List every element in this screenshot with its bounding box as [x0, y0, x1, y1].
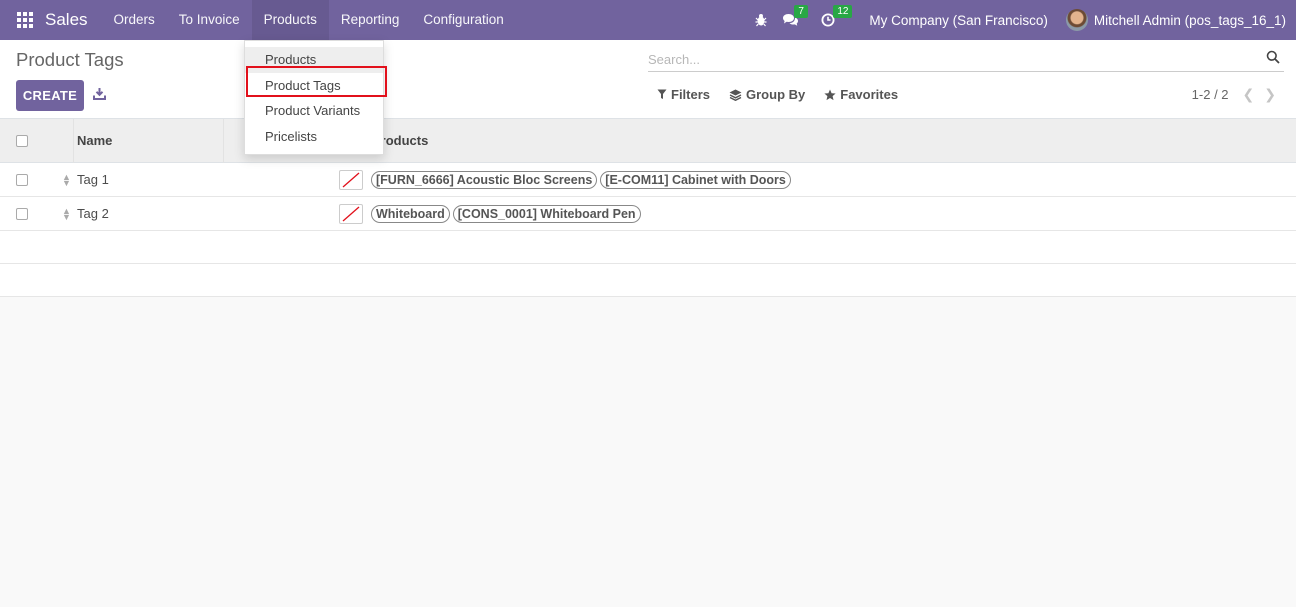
debug-bug-icon[interactable] [754, 13, 768, 27]
nav-item-to-invoice[interactable]: To Invoice [167, 0, 252, 40]
page-title: Product Tags [16, 49, 124, 70]
star-icon [824, 89, 836, 100]
pager-previous-icon[interactable]: ❮ [1243, 86, 1255, 103]
nav-item-orders[interactable]: Orders [102, 0, 167, 40]
color-picker-icon[interactable] [339, 203, 363, 224]
select-all-checkbox[interactable] [16, 134, 28, 147]
app-brand[interactable]: Sales [45, 10, 88, 30]
table-header: Name Products [0, 119, 1296, 163]
pager: 1-2 / 2 ❮ ❯ [1192, 86, 1276, 103]
drag-handle-icon[interactable]: ▲ ▼ [62, 172, 71, 187]
filters-label: Filters [671, 87, 711, 102]
tag-name: Tag 1 [77, 172, 109, 187]
nav-item-configuration[interactable]: Configuration [411, 0, 515, 40]
pager-value[interactable]: 1-2 / 2 [1192, 87, 1229, 102]
menu-item-product-variants[interactable]: Product Variants [245, 98, 383, 124]
messages-count-badge: 7 [794, 5, 808, 18]
activities-count-badge: 12 [833, 5, 853, 18]
user-avatar[interactable] [1065, 9, 1088, 31]
activities-clock-icon[interactable]: 12 [821, 5, 853, 27]
table-row[interactable]: ▲ ▼ Tag 2 Whiteboard [CONS_0001] Whiteboa… [0, 197, 1296, 231]
search-input[interactable] [648, 48, 1248, 70]
group-by-button[interactable]: Group By [729, 87, 805, 102]
filters-button[interactable]: Filters [657, 87, 710, 102]
search-bar [648, 48, 1284, 72]
layers-icon [729, 89, 742, 101]
product-tags: Whiteboard [CONS_0001] Whiteboard Pen [371, 204, 641, 223]
company-switcher[interactable]: My Company (San Francisco) [869, 13, 1048, 28]
table-row[interactable]: ▲ ▼ Tag 1 [FURN_6666] Acoustic Bloc Scree… [0, 163, 1296, 197]
product-badge: [E-COM11] Cabinet with Doors [600, 170, 791, 189]
product-tags-list: Name Products ▲ ▼ Tag 1 [FURN_6666] Acous… [0, 119, 1296, 297]
apps-menu-icon[interactable] [17, 12, 33, 28]
favorites-button[interactable]: Favorites [824, 87, 898, 102]
download-icon[interactable] [93, 87, 106, 103]
product-badge: [CONS_0001] Whiteboard Pen [452, 204, 641, 223]
search-options: Filters Group By Favorites [657, 87, 898, 102]
empty-row [0, 231, 1296, 264]
user-menu[interactable]: Mitchell Admin (pos_tags_16_1) [1094, 13, 1286, 28]
column-header-name[interactable]: Name [77, 133, 112, 148]
highlight-annotation [246, 66, 387, 97]
create-button[interactable]: CREATE [16, 80, 84, 111]
tag-name: Tag 2 [77, 206, 109, 221]
nav-item-products[interactable]: Products [251, 0, 329, 40]
products-dropdown-menu: Products Product Tags Product Variants P… [244, 40, 384, 155]
search-icon[interactable] [1266, 50, 1280, 67]
color-picker-icon[interactable] [339, 169, 363, 190]
product-badge: [FURN_6666] Acoustic Bloc Screens [371, 170, 598, 189]
filter-funnel-icon [657, 89, 667, 99]
row-checkbox[interactable] [16, 207, 28, 220]
product-badge: Whiteboard [371, 204, 450, 223]
favorites-label: Favorites [840, 87, 899, 102]
control-panel: Product Tags CREATE Filters Group By Fav… [0, 40, 1296, 119]
product-tags: [FURN_6666] Acoustic Bloc Screens [E-COM… [371, 170, 791, 189]
top-navbar: Sales Orders To Invoice Products Reporti… [0, 0, 1296, 40]
nav-item-reporting[interactable]: Reporting [329, 0, 412, 40]
row-checkbox[interactable] [16, 173, 28, 186]
empty-row [0, 264, 1296, 297]
menu-item-pricelists[interactable]: Pricelists [245, 124, 383, 150]
pager-next-icon[interactable]: ❯ [1264, 86, 1276, 103]
group-by-label: Group By [746, 87, 806, 102]
drag-handle-icon[interactable]: ▲ ▼ [62, 206, 71, 221]
messages-icon[interactable]: 7 [782, 5, 808, 27]
